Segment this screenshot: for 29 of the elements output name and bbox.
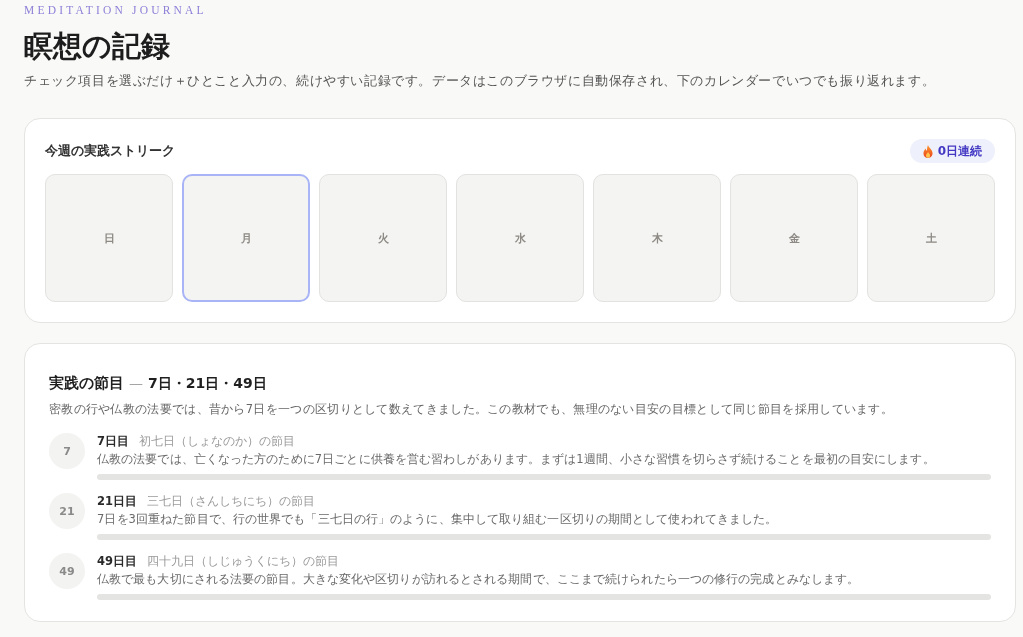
milestone-description: 仏教の法要では、亡くなった方のために7日ごとに供養を営む習わしがあります。まずは1週間、小さな習慣を切らさず続けることを最初の目安にします。 (97, 452, 936, 467)
streak-count: 0日連続 (937, 142, 982, 160)
section-description: 密教の行や仏教の法要では、昔から7日を一つの区切りとして数えてきました。この教材でも、無理のない目安の目標として同じ節目を採用しています。 (49, 401, 895, 417)
day-tile: 日 (45, 174, 173, 302)
milestone-days: 7日・21日・49日 (148, 375, 267, 393)
milestone-marker: 49 (49, 553, 85, 589)
milestone-marker: 21 (49, 493, 85, 529)
day-tile: 金 (730, 174, 858, 302)
milestone-description: 7日を3回重ねた節目で、行の世界でも「三七日の行」のように、集中して取り組む一区切りの期間として使われてきました。 (97, 512, 779, 527)
day-tile: 土 (867, 174, 995, 302)
day-tile: 木 (593, 174, 721, 302)
milestone-marker: 7 (49, 433, 85, 469)
milestone-label: 49日目 (97, 553, 137, 569)
brand-label: MEDITATION JOURNAL (24, 3, 207, 18)
day-tile: 火 (319, 174, 447, 302)
page-title: 瞑想の記録 (24, 29, 170, 64)
section-title: 実践の節目 (49, 374, 124, 393)
day-tile: 水 (456, 174, 584, 302)
milestone-name: 初七日（しょなのか）の節目 (139, 433, 295, 449)
milestone-name: 三七日（さんしちにち）の節目 (147, 493, 315, 509)
section-title: 今週の実践ストリーク (45, 142, 175, 160)
intro-text: チェック項目を選ぶだけ＋ひとこと入力の、続けやすい記録です。データはこのブラウザに自動保存され、下のカレンダーでいつでも振り返れます。 (24, 72, 936, 90)
milestone-name: 四十九日（しじゅうくにち）の節目 (147, 553, 339, 569)
milestone-label: 7日目 (97, 433, 129, 449)
milestone-description: 仏教で最も大切にされる法要の節目。大きな変化や区切りが訪れるとされる期間で、ここまで続けられたら一つの修行の完成とみなします。 (97, 572, 861, 587)
day-tile: 月 (182, 174, 310, 302)
milestone-label: 21日目 (97, 493, 137, 509)
flame-icon (922, 144, 933, 158)
title-dash: — (129, 375, 143, 391)
